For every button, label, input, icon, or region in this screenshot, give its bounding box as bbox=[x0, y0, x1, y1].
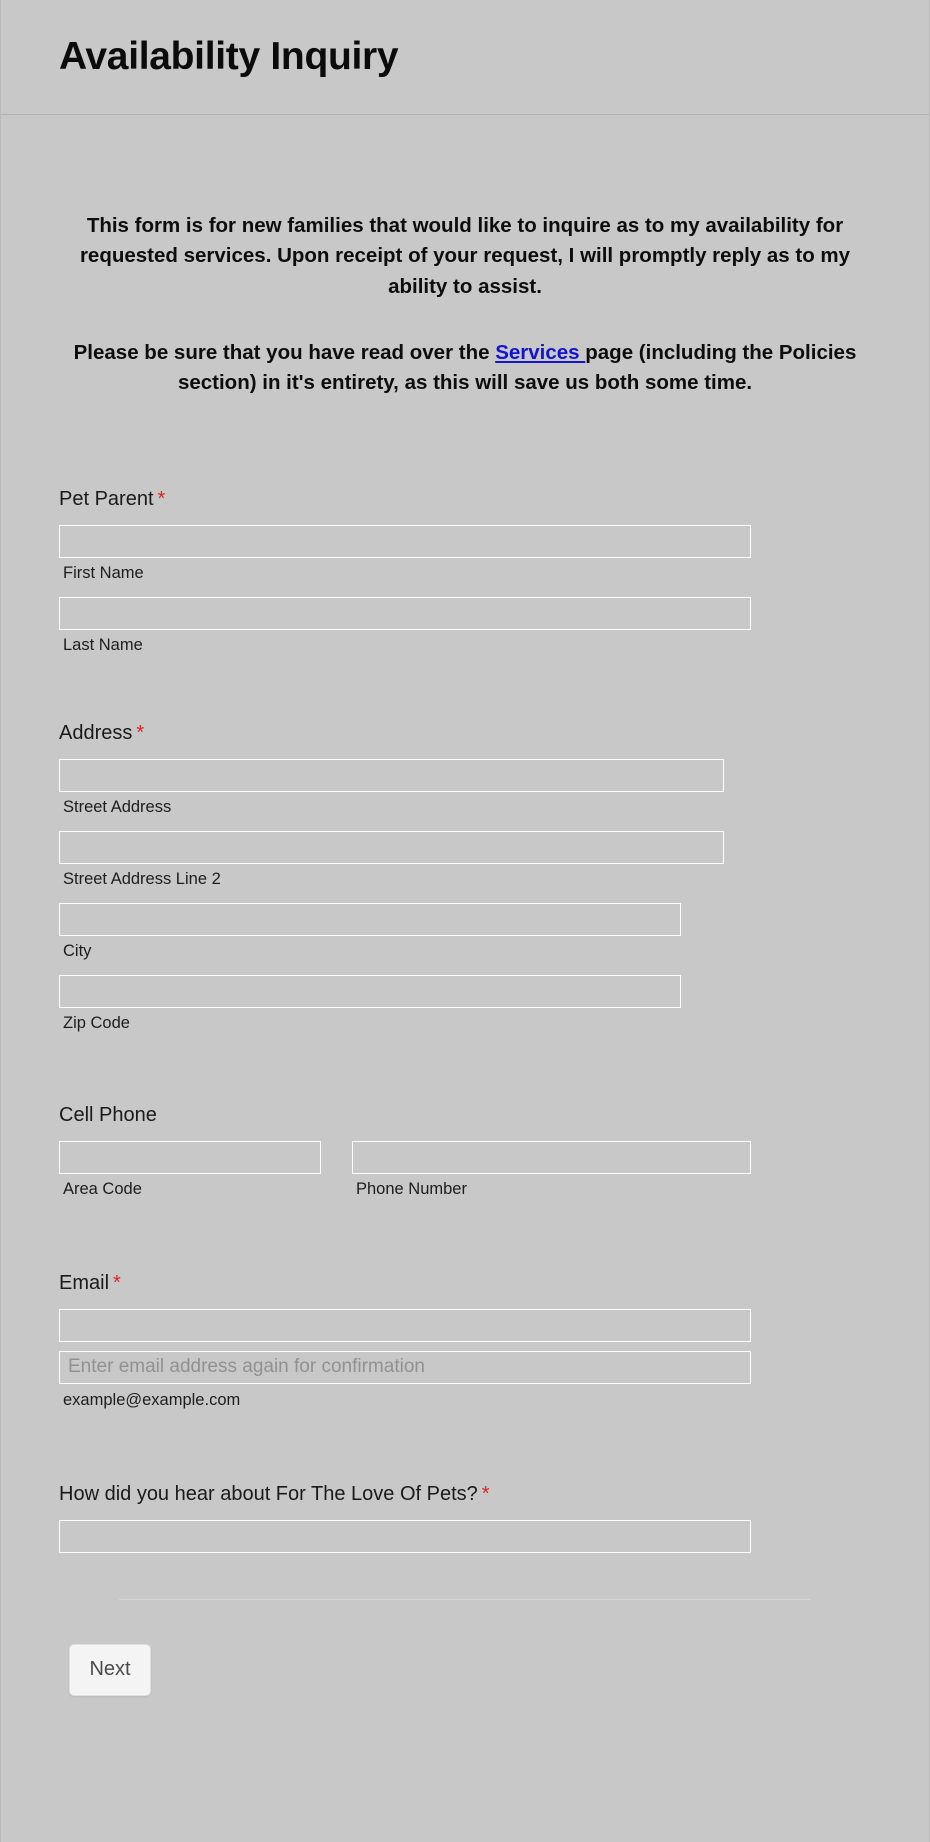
first-name-sublabel: First Name bbox=[63, 563, 144, 582]
form-footer: Next bbox=[59, 1608, 871, 1696]
pet-parent-label: Pet Parent * bbox=[59, 487, 871, 511]
referral-input[interactable] bbox=[59, 1519, 751, 1553]
form-header: Availability Inquiry bbox=[1, 0, 929, 115]
intro-text: This form is for new families that would… bbox=[59, 211, 871, 399]
required-asterisk: * bbox=[113, 1271, 121, 1294]
email-confirm-field[interactable] bbox=[59, 1350, 751, 1384]
area-code-column: Area Code bbox=[59, 1140, 321, 1199]
field-group-referral: How did you hear about For The Love Of P… bbox=[59, 1482, 871, 1553]
email-spacer bbox=[59, 1342, 871, 1351]
field-group-pet-parent: Pet Parent * First Name Last Name bbox=[59, 487, 871, 655]
footer-divider bbox=[119, 1598, 811, 1600]
cell-phone-row: Area Code Phone Number bbox=[59, 1140, 871, 1199]
required-asterisk: * bbox=[136, 721, 145, 744]
phone-number-column: Phone Number bbox=[352, 1140, 751, 1199]
last-name-sublabel: Last Name bbox=[63, 635, 143, 654]
area-code-input[interactable] bbox=[59, 1140, 321, 1174]
field-group-email: Email* example@example.com bbox=[59, 1271, 871, 1410]
street-address-input[interactable] bbox=[59, 758, 724, 792]
zip-code-input[interactable] bbox=[59, 974, 681, 1008]
area-code-sublabel: Area Code bbox=[63, 1179, 142, 1198]
city-sublabel: City bbox=[63, 941, 92, 960]
form-page: Availability Inquiry This form is for ne… bbox=[0, 0, 930, 1842]
email-label: Email * bbox=[59, 1271, 871, 1295]
next-button[interactable]: Next bbox=[69, 1643, 151, 1696]
field-group-address: Address * Street Address Street Address L… bbox=[59, 721, 871, 1033]
zip-code-sublabel: Zip Code bbox=[63, 1013, 130, 1032]
pet-parent-label-text: Pet Parent bbox=[59, 487, 154, 510]
address-label: Address * bbox=[59, 721, 871, 745]
referral-label: How did you hear about For The Love Of P… bbox=[59, 1482, 871, 1506]
services-link[interactable]: Services bbox=[495, 341, 585, 364]
address-label-text: Address bbox=[59, 721, 133, 744]
field-group-cell-phone: Cell Phone Area Code Phone Number bbox=[59, 1103, 871, 1199]
email-field[interactable] bbox=[59, 1308, 751, 1342]
phone-number-sublabel: Phone Number bbox=[356, 1179, 467, 1198]
intro-paragraph-2-before: Please be sure that you have read over t… bbox=[73, 340, 496, 364]
phone-number-input[interactable] bbox=[352, 1140, 751, 1174]
street-address-sublabel: Street Address bbox=[63, 797, 172, 816]
last-name-input[interactable] bbox=[59, 596, 751, 630]
page-title: Availability Inquiry bbox=[59, 34, 399, 78]
referral-label-text: How did you hear about For The Love Of P… bbox=[59, 1482, 478, 1505]
email-label-text: Email bbox=[59, 1271, 110, 1294]
street-address-line2-sublabel: Street Address Line 2 bbox=[63, 869, 221, 888]
first-name-input[interactable] bbox=[59, 524, 751, 558]
required-asterisk: * bbox=[157, 487, 166, 510]
intro-paragraph-2: Please be sure that you have read over t… bbox=[69, 338, 861, 399]
cell-phone-label: Cell Phone bbox=[59, 1103, 157, 1126]
form-body: This form is for new families that would… bbox=[1, 211, 929, 1696]
street-address-line2-input[interactable] bbox=[59, 830, 724, 864]
city-input[interactable] bbox=[59, 902, 681, 936]
email-help-text: example@example.com bbox=[63, 1390, 241, 1409]
required-asterisk: * bbox=[481, 1482, 490, 1505]
intro-paragraph-1: This form is for new families that would… bbox=[79, 214, 851, 298]
